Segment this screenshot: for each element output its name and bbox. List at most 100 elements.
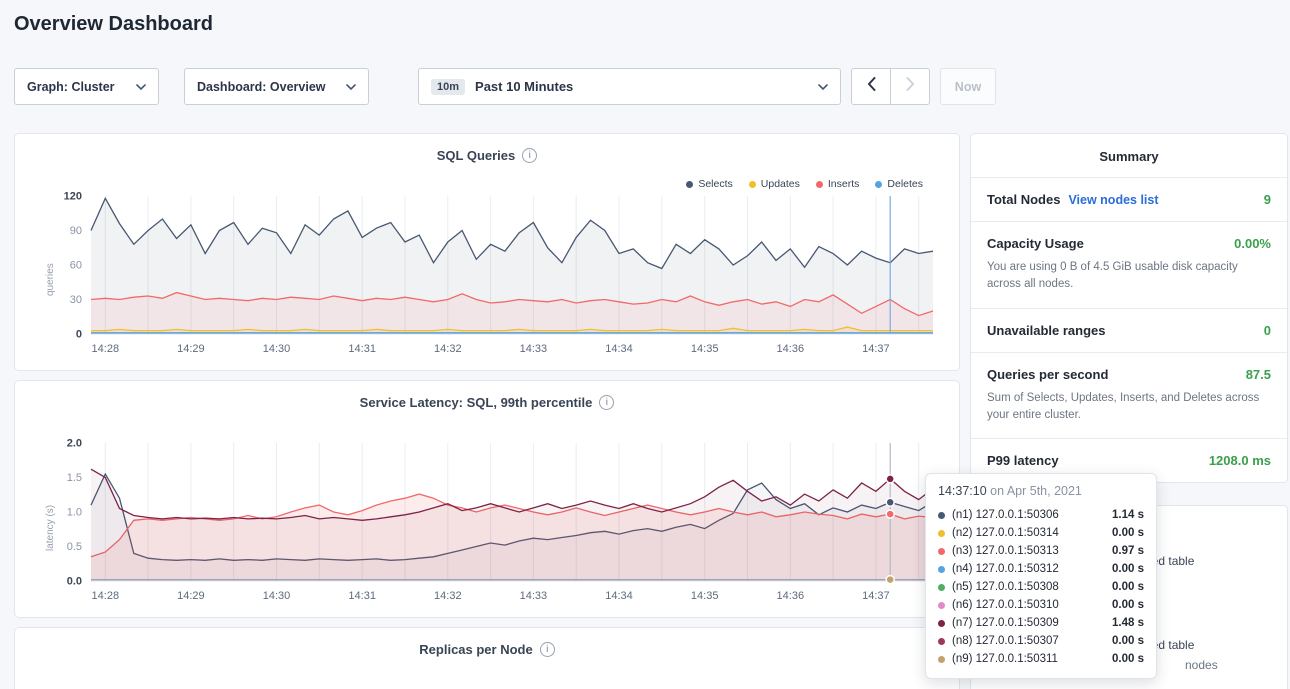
tooltip-node-row: (n6) 127.0.0.1:50310 0.00 s xyxy=(938,596,1144,614)
svg-text:120: 120 xyxy=(64,191,82,203)
svg-text:14:29: 14:29 xyxy=(177,343,205,355)
tooltip-node-label: (n4) 127.0.0.1:50312 xyxy=(952,563,1059,575)
time-nav-group xyxy=(851,68,930,105)
tooltip-node-row: (n7) 127.0.0.1:503091.48 s xyxy=(938,614,1144,632)
time-range-dropdown[interactable]: 10m Past 10 Minutes xyxy=(418,68,841,105)
svg-text:60: 60 xyxy=(70,260,82,272)
svg-text:14:33: 14:33 xyxy=(520,590,548,602)
tooltip-node-label: (n7) 127.0.0.1:50309 xyxy=(952,617,1059,629)
svg-text:14:32: 14:32 xyxy=(434,590,462,602)
chevron-down-icon xyxy=(818,84,828,90)
tooltip-node-value: 0.00 s xyxy=(1112,599,1144,611)
tooltip-node-row: (n2) 127.0.0.1:50314 0.00 s xyxy=(938,524,1144,542)
tooltip-node-row: (n9) 127.0.0.1:50311 0.00 s xyxy=(938,650,1144,668)
svg-text:14:36: 14:36 xyxy=(777,590,805,602)
summary-row-label: Queries per second xyxy=(987,367,1108,382)
tooltip-node-value: 0.97 s xyxy=(1112,545,1144,557)
svg-text:14:28: 14:28 xyxy=(92,590,120,602)
chevron-left-icon xyxy=(867,77,876,96)
legend-item-inserts: Inserts xyxy=(816,178,860,190)
tooltip-node-value: 0.00 s xyxy=(1112,563,1144,575)
time-next-button[interactable] xyxy=(890,68,930,105)
graph-dropdown[interactable]: Graph: Cluster xyxy=(14,68,159,105)
view-nodes-link[interactable]: View nodes list xyxy=(1068,193,1158,207)
node-color-dot-icon xyxy=(938,620,945,627)
dashboard-dropdown-label: Dashboard: Overview xyxy=(197,80,326,94)
tooltip-timestamp: 14:37:10 on Apr 5th, 2021 xyxy=(938,484,1144,498)
tooltip-node-value: 0.00 s xyxy=(1112,653,1144,665)
graph-dropdown-label: Graph: Cluster xyxy=(27,80,115,94)
tooltip-node-row: (n4) 127.0.0.1:50312 0.00 s xyxy=(938,560,1144,578)
summary-row: Capacity Usage0.00%You are using 0 B of … xyxy=(971,221,1287,308)
svg-text:14:32: 14:32 xyxy=(434,343,462,355)
time-range-badge: 10m xyxy=(431,79,465,95)
svg-text:0: 0 xyxy=(76,329,82,341)
svg-text:1.5: 1.5 xyxy=(67,472,82,484)
tooltip-node-label: (n3) 127.0.0.1:50313 xyxy=(952,545,1059,557)
chart-hover-tooltip: 14:37:10 on Apr 5th, 2021 (n1) 127.0.0.1… xyxy=(925,473,1157,679)
svg-text:14:35: 14:35 xyxy=(691,343,719,355)
tooltip-node-label: (n2) 127.0.0.1:50314 xyxy=(952,527,1059,539)
node-color-dot-icon xyxy=(938,602,945,609)
svg-text:14:36: 14:36 xyxy=(777,343,805,355)
svg-text:1.0: 1.0 xyxy=(67,507,82,519)
svg-text:0.5: 0.5 xyxy=(67,541,82,553)
svg-text:14:30: 14:30 xyxy=(263,590,291,602)
tooltip-node-value: 0.00 s xyxy=(1112,581,1144,593)
summary-row-value: 9 xyxy=(1264,192,1271,207)
chart-title-text: SQL Queries xyxy=(437,148,516,163)
service-latency-chart-panel: Service Latency: SQL, 99th percentile i … xyxy=(14,380,960,618)
chevron-down-icon xyxy=(136,84,146,90)
tooltip-node-row: (n1) 127.0.0.1:503061.14 s xyxy=(938,506,1144,524)
info-icon[interactable]: i xyxy=(522,148,537,163)
svg-text:14:33: 14:33 xyxy=(520,343,548,355)
summary-row: Unavailable ranges 0 xyxy=(971,308,1287,352)
summary-row: Queries per second87.5Sum of Selects, Up… xyxy=(971,352,1287,439)
tooltip-node-label: (n9) 127.0.0.1:50311 xyxy=(952,653,1058,665)
sql-queries-chart[interactable]: 030609012014:2814:2914:3014:3114:3214:33… xyxy=(29,190,943,362)
svg-text:14:35: 14:35 xyxy=(691,590,719,602)
legend-dot-icon xyxy=(816,181,823,188)
now-button[interactable]: Now xyxy=(940,68,996,105)
node-color-dot-icon xyxy=(938,656,945,663)
svg-text:90: 90 xyxy=(70,225,82,237)
summary-row-value: 0.00% xyxy=(1234,236,1271,251)
tooltip-node-label: (n5) 127.0.0.1:50308 xyxy=(952,581,1059,593)
dashboard-controls: Graph: Cluster Dashboard: Overview 10m P… xyxy=(14,68,996,105)
node-color-dot-icon xyxy=(938,584,945,591)
chevron-right-icon xyxy=(906,77,915,96)
summary-row-label: Total Nodes xyxy=(987,192,1060,207)
service-latency-chart[interactable]: 0.00.51.01.52.014:2814:2914:3014:3114:32… xyxy=(29,437,943,609)
tooltip-node-label: (n6) 127.0.0.1:50310 xyxy=(952,599,1059,611)
tooltip-time: 14:37:10 xyxy=(938,484,987,498)
summary-row-label: Unavailable ranges xyxy=(987,323,1106,338)
legend-dot-icon xyxy=(686,181,693,188)
svg-text:30: 30 xyxy=(70,294,82,306)
legend-dot-icon xyxy=(875,181,882,188)
node-color-dot-icon xyxy=(938,548,945,555)
legend-dot-icon xyxy=(749,181,756,188)
svg-text:14:34: 14:34 xyxy=(605,343,633,355)
legend-item-deletes: Deletes xyxy=(875,178,923,190)
summary-row-note: You are using 0 B of 4.5 GiB usable disk… xyxy=(987,259,1267,294)
event-item-fragment: nodes xyxy=(1185,658,1218,672)
svg-text:2.0: 2.0 xyxy=(67,438,82,450)
summary-row-value: 0 xyxy=(1264,323,1271,338)
svg-text:14:31: 14:31 xyxy=(348,590,376,602)
sql-queries-chart-panel: SQL Queries i SelectsUpdatesInsertsDelet… xyxy=(14,133,960,371)
svg-text:14:37: 14:37 xyxy=(862,590,890,602)
tooltip-node-label: (n8) 127.0.0.1:50307 xyxy=(952,635,1059,647)
chevron-down-icon xyxy=(346,84,356,90)
tooltip-node-value: 0.00 s xyxy=(1112,527,1144,539)
tooltip-node-value: 0.00 s xyxy=(1112,635,1144,647)
dashboard-dropdown[interactable]: Dashboard: Overview xyxy=(184,68,369,105)
node-color-dot-icon xyxy=(938,638,945,645)
info-icon[interactable]: i xyxy=(599,395,614,410)
page-title: Overview Dashboard xyxy=(14,13,213,36)
info-icon[interactable]: i xyxy=(540,642,555,657)
chart-title: SQL Queries i xyxy=(15,148,959,163)
node-color-dot-icon xyxy=(938,512,945,519)
chart-title-text: Replicas per Node xyxy=(419,642,532,657)
time-prev-button[interactable] xyxy=(851,68,891,105)
summary-row: Total Nodes View nodes list 9 xyxy=(971,177,1287,221)
